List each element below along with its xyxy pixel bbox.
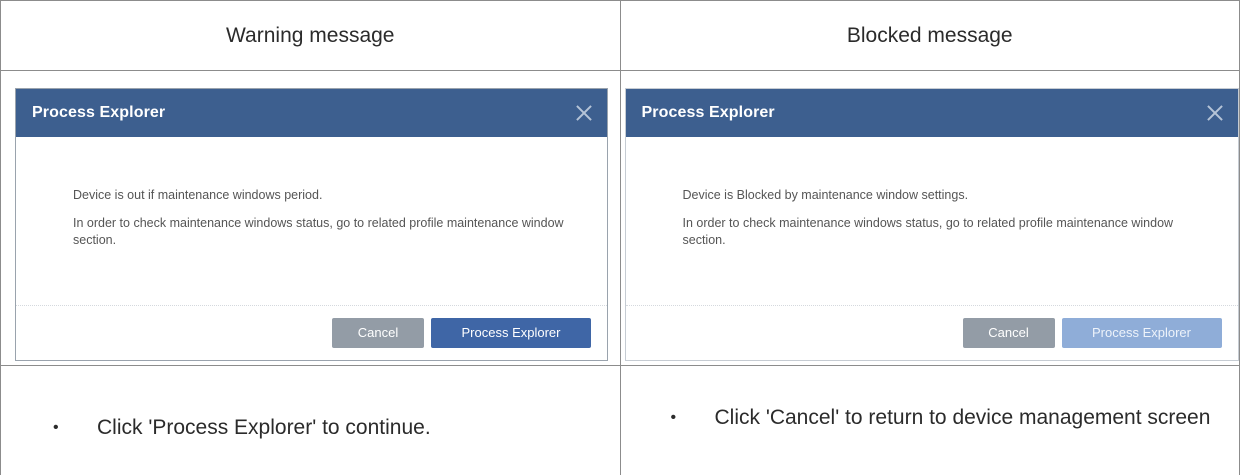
process-explorer-button[interactable]: Process Explorer (431, 317, 591, 348)
warning-note-cell: • Click 'Process Explorer' to continue. (0, 365, 621, 475)
dialog-instructions: In order to check maintenance windows st… (682, 215, 1174, 247)
dialog-body: Device is out if maintenance windows per… (16, 137, 607, 305)
blocked-dialog-cell: Process Explorer Device is Blocked by ma… (619, 70, 1240, 366)
close-icon[interactable] (1204, 102, 1226, 124)
cancel-button[interactable]: Cancel (332, 317, 424, 348)
list-item: • Click 'Process Explorer' to continue. (1, 413, 620, 442)
dialog-header: Process Explorer (625, 88, 1238, 137)
column-heading-blocked: Blocked message (619, 0, 1240, 71)
dialog-message: Device is Blocked by maintenance window … (682, 187, 969, 202)
cancel-button[interactable]: Cancel (962, 317, 1055, 348)
column-heading-warning: Warning message (0, 0, 621, 71)
comparison-table: Warning message Blocked message Process … (0, 0, 1240, 475)
dialog-message: Device is out if maintenance windows per… (73, 187, 323, 202)
blocked-note-cell: • Click 'Cancel' to return to device man… (619, 365, 1240, 475)
close-icon[interactable] (573, 102, 595, 124)
warning-dialog: Process Explorer Device is out if mainte… (15, 87, 608, 361)
list-item: • Click 'Cancel' to return to device man… (621, 403, 1240, 432)
dialog-body: Device is Blocked by maintenance window … (626, 137, 1238, 305)
warning-dialog-cell: Process Explorer Device is out if mainte… (0, 70, 621, 366)
bullet-icon: • (53, 419, 59, 436)
dialog-footer: Cancel Process Explorer (625, 304, 1238, 360)
dialog-header: Process Explorer (16, 88, 607, 137)
bullet-icon: • (670, 409, 677, 426)
dialog-title: Process Explorer (32, 103, 166, 121)
dialog-footer: Cancel Process Explorer (16, 304, 607, 360)
blocked-dialog: Process Explorer Device is Blocked by ma… (624, 87, 1239, 361)
process-explorer-button-disabled: Process Explorer (1061, 317, 1222, 348)
note-text: Click 'Process Explorer' to continue. (97, 416, 431, 439)
note-text: Click 'Cancel' to return to device manag… (714, 406, 1211, 429)
dialog-title: Process Explorer (641, 103, 775, 121)
dialog-instructions: In order to check maintenance windows st… (73, 215, 564, 247)
